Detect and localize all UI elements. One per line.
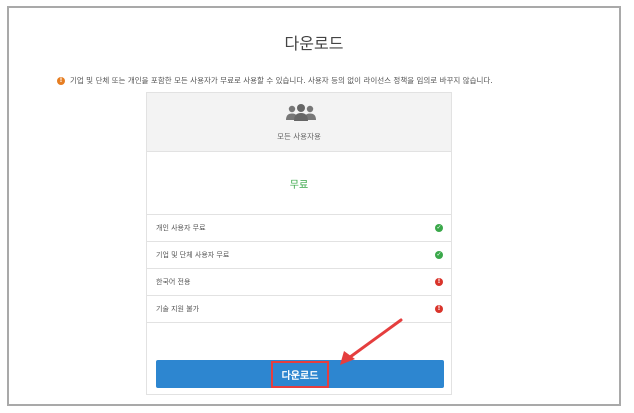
license-notice: ! 기업 및 단체 또는 개인을 포함한 모든 사용자가 무료로 사용할 수 있… — [57, 75, 493, 86]
check-circle-icon: ✓ — [435, 224, 443, 232]
feature-row: 기술 지원 불가 ! — [147, 296, 451, 323]
feature-label: 기업 및 단체 사용자 무료 — [156, 251, 230, 259]
audience-label: 모든 사용자용 — [277, 132, 321, 141]
download-button[interactable]: 다운로드 — [156, 360, 444, 388]
feature-label: 기술 지원 불가 — [156, 305, 200, 313]
feature-row: 개인 사용자 무료 ✓ — [147, 215, 451, 242]
card-header: 모든 사용자용 — [147, 93, 451, 152]
price-label: 무료 — [147, 152, 451, 215]
exclamation-circle-icon: ! — [435, 305, 443, 313]
exclamation-circle-icon: ! — [435, 278, 443, 286]
users-icon — [286, 104, 316, 121]
pricing-card: 모든 사용자용 무료 개인 사용자 무료 ✓ 기업 및 단체 사용자 무료 ✓ … — [146, 92, 452, 395]
feature-label: 한국어 전용 — [156, 278, 191, 286]
feature-row: 기업 및 단체 사용자 무료 ✓ — [147, 242, 451, 269]
notice-text: 기업 및 단체 또는 개인을 포함한 모든 사용자가 무료로 사용할 수 있습니… — [70, 76, 493, 85]
feature-label: 개인 사용자 무료 — [156, 224, 206, 232]
warning-icon: ! — [57, 76, 65, 85]
feature-row: 한국어 전용 ! — [147, 269, 451, 296]
page-title: 다운로드 — [284, 34, 344, 53]
download-button-label: 다운로드 — [270, 360, 330, 388]
check-circle-icon: ✓ — [435, 251, 443, 259]
